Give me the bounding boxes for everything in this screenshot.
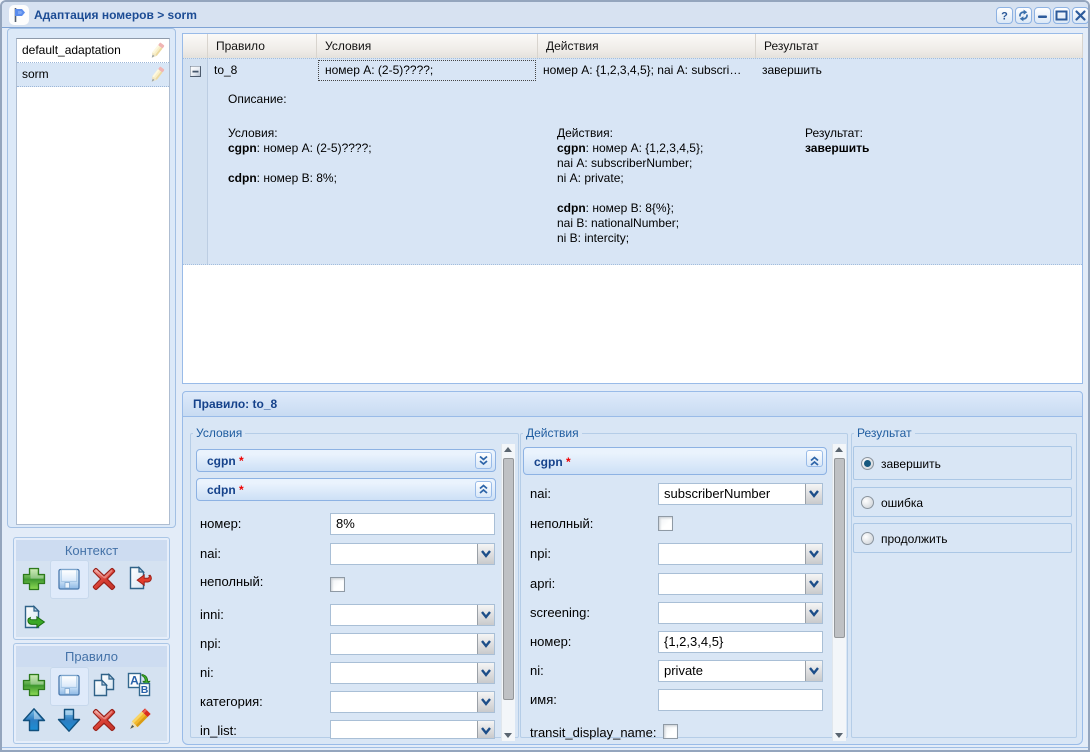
svg-text:?: ? [1001,11,1008,23]
svg-text:A: A [130,674,139,688]
svg-text:B: B [141,684,149,696]
